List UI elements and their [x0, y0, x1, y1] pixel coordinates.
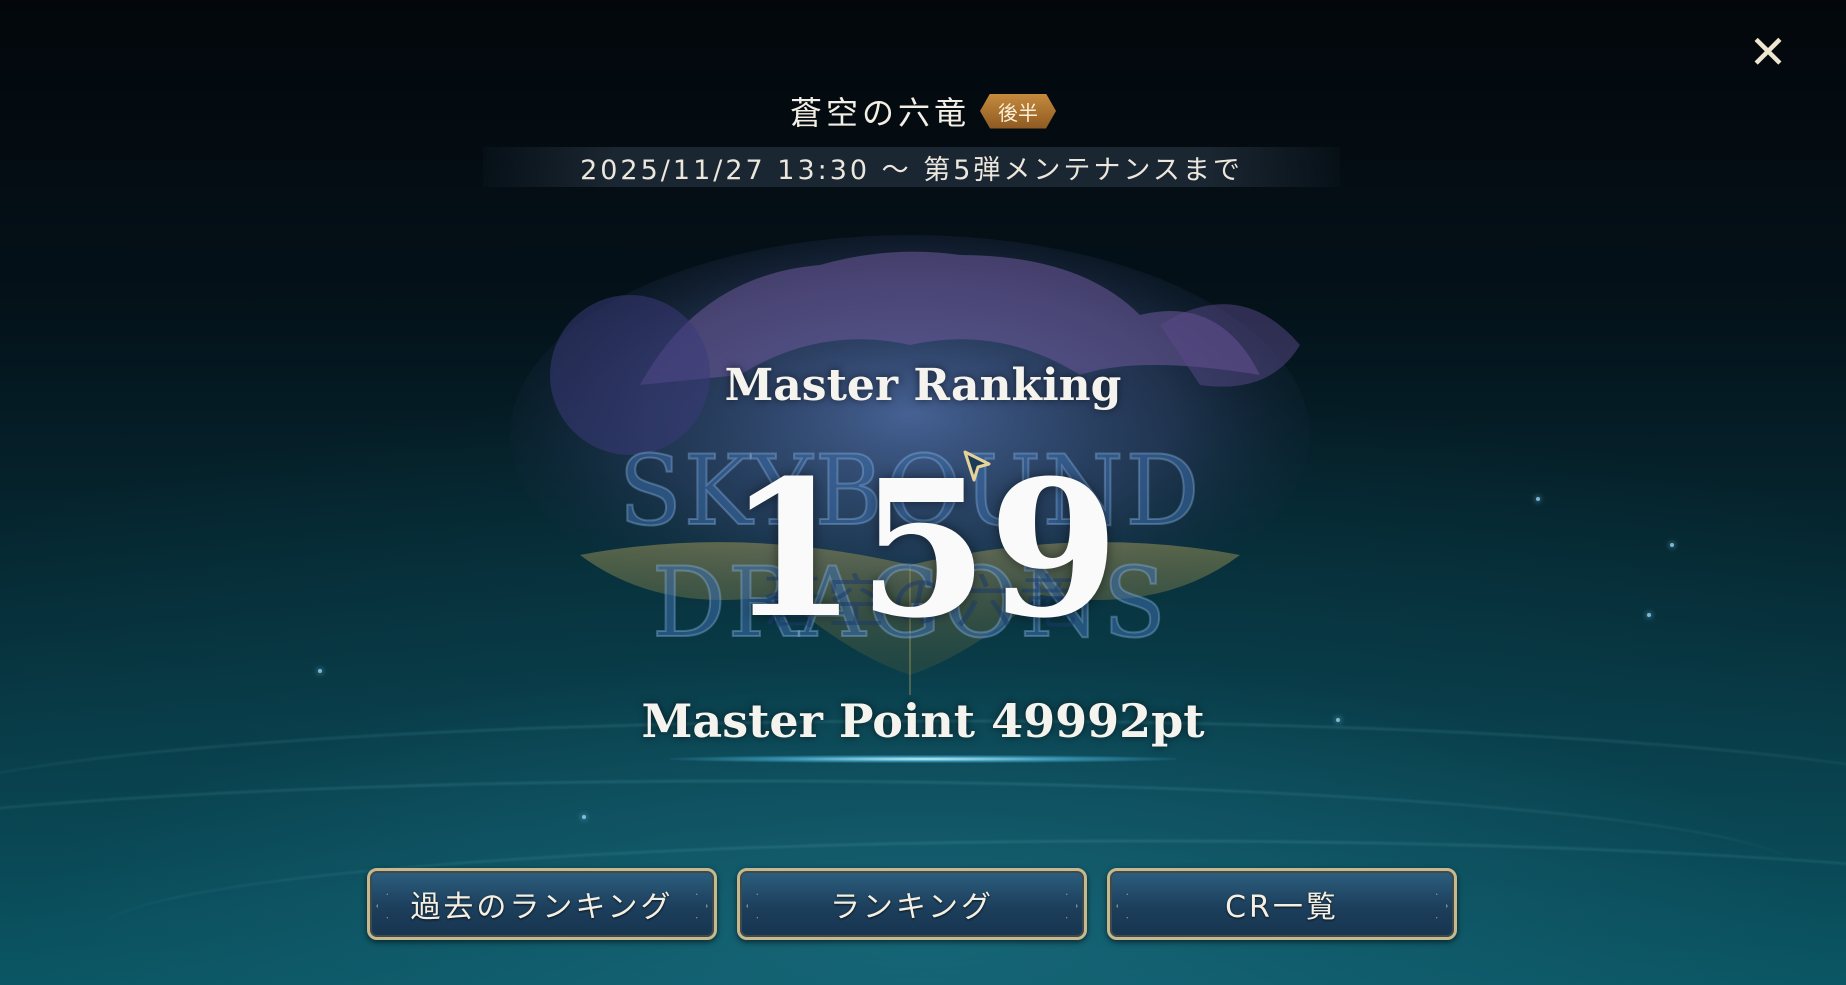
ranking-button-label: ランキング	[829, 890, 995, 925]
close-icon: ✕	[1748, 25, 1788, 79]
glow-underline	[670, 755, 1176, 763]
event-header: 蒼空の六竜 後半	[0, 88, 1846, 134]
master-ranking-value: 159	[726, 439, 1120, 660]
cr-list-button-label: CR一覧	[1225, 890, 1339, 925]
event-period: 2025/11/27 13:30 〜 第5弾メンテナンスまで	[580, 154, 1243, 186]
ranking-button[interactable]: ランキング	[737, 868, 1087, 940]
close-button[interactable]: ✕	[1746, 29, 1790, 75]
event-title: 蒼空の六竜	[789, 94, 970, 132]
past-ranking-button-label: 過去のランキング	[410, 890, 674, 925]
past-ranking-button[interactable]: 過去のランキング	[367, 868, 717, 940]
pointer-cursor-icon	[963, 450, 991, 482]
ranking-screen: ✕ 蒼空の六竜 後半 2025/11/27 13:30 〜 第5弾メンテナンスま…	[0, 0, 1846, 985]
sparkle	[582, 815, 586, 819]
master-point-text: Master Point 49992pt	[641, 694, 1205, 748]
cr-list-button[interactable]: CR一覧	[1107, 868, 1457, 940]
master-ranking-label: Master Ranking	[724, 360, 1122, 411]
phase-badge: 後半	[980, 94, 1056, 129]
sparkle	[318, 669, 322, 673]
event-period-bar: 2025/11/27 13:30 〜 第5弾メンテナンスまで	[483, 147, 1340, 187]
